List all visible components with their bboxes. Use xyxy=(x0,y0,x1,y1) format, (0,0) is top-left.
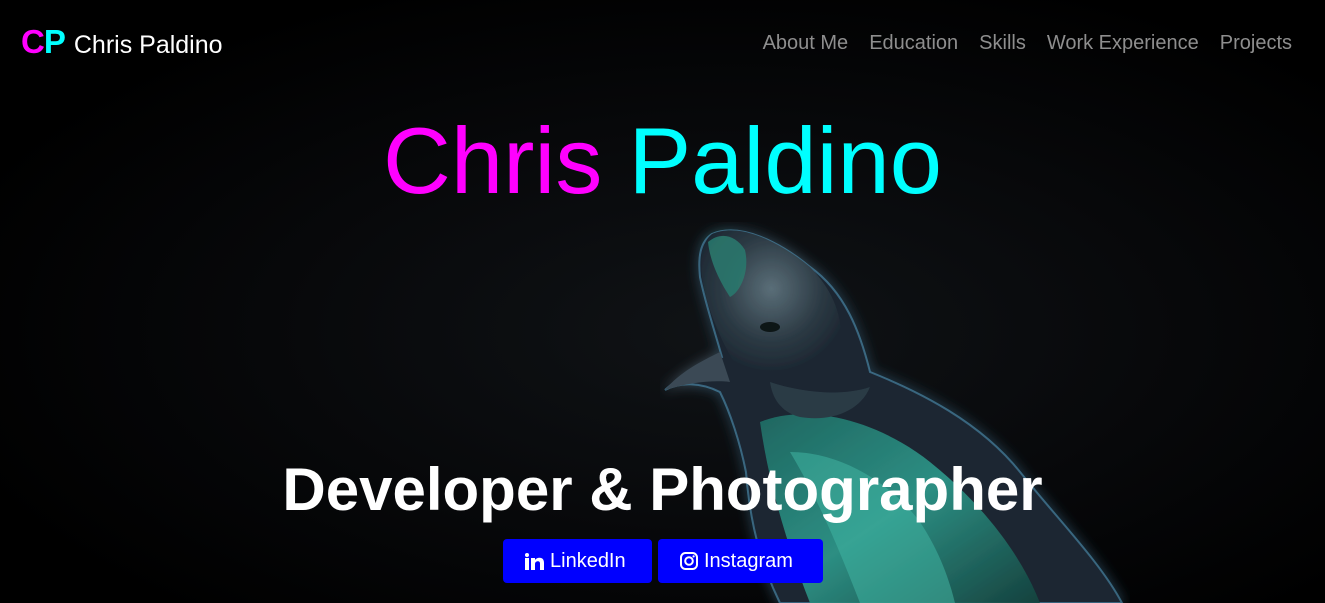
instagram-icon xyxy=(680,552,698,570)
hero-title: Chris Paldino xyxy=(0,106,1325,216)
hero-subtitle: Developer & Photographer xyxy=(282,456,1043,523)
nav-links: About Me Education Skills Work Experienc… xyxy=(763,30,1292,56)
brand-link[interactable]: CP Chris Paldino xyxy=(21,22,223,63)
linkedin-button[interactable]: LinkedIn xyxy=(503,539,652,583)
logo-letter-c: C xyxy=(21,23,45,60)
navbar: CP Chris Paldino About Me Education Skil… xyxy=(0,0,1325,84)
logo-letter-p: P xyxy=(43,23,66,60)
instagram-label: Instagram xyxy=(704,549,793,572)
hero-title-last-name: Paldino xyxy=(628,108,943,213)
linkedin-label: LinkedIn xyxy=(550,549,626,572)
brand-logo: CP xyxy=(21,22,66,62)
linkedin-icon xyxy=(525,552,544,570)
nav-link-work-experience[interactable]: Work Experience xyxy=(1047,30,1199,56)
social-buttons: LinkedIn Instagram xyxy=(503,539,823,583)
nav-link-skills[interactable]: Skills xyxy=(979,30,1026,56)
nav-link-about-me[interactable]: About Me xyxy=(763,30,849,56)
nav-link-education[interactable]: Education xyxy=(869,30,958,56)
page: CP Chris Paldino About Me Education Skil… xyxy=(0,0,1325,603)
nav-link-projects[interactable]: Projects xyxy=(1220,30,1292,56)
hero-title-first-name: Chris xyxy=(382,108,603,213)
instagram-button[interactable]: Instagram xyxy=(658,539,823,583)
brand-name: Chris Paldino xyxy=(73,31,223,59)
